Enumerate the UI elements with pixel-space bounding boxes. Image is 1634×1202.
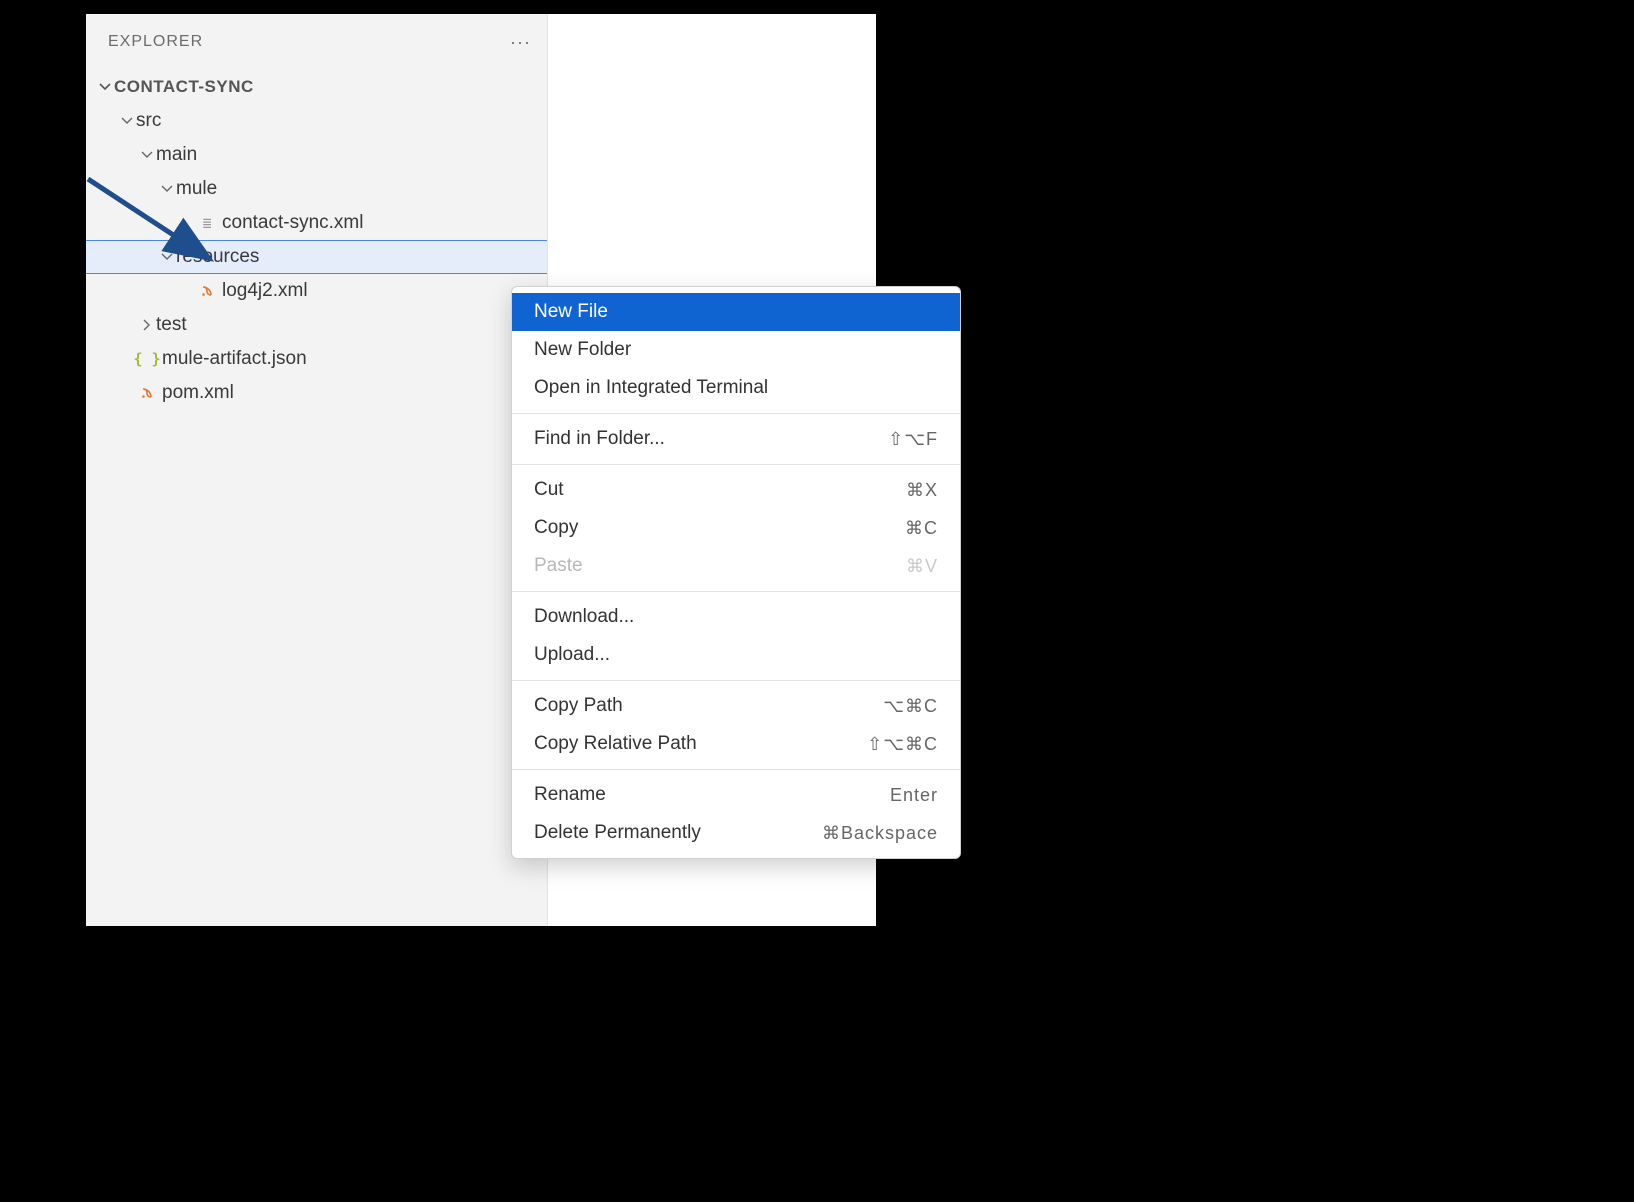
file-log4j2-xml[interactable]: log4j2.xml (86, 274, 547, 308)
file-label: mule-artifact.json (162, 348, 307, 370)
more-actions-icon[interactable]: ··· (510, 32, 531, 53)
menu-item-label: Upload... (534, 644, 610, 666)
chevron-right-icon (138, 319, 156, 331)
explorer-header: EXPLORER ··· (86, 14, 547, 70)
editor-window: EXPLORER ··· CONTACT-SYNC src main (86, 14, 876, 926)
menu-item-new-file[interactable]: New File (512, 293, 960, 331)
menu-item-label: Copy (534, 517, 578, 539)
menu-separator (512, 464, 960, 465)
tree-root-contact-sync[interactable]: CONTACT-SYNC (86, 70, 547, 104)
menu-separator (512, 680, 960, 681)
menu-item-shortcut: ⌘Backspace (822, 823, 938, 844)
menu-item-shortcut: Enter (890, 785, 938, 806)
folder-label: mule (176, 178, 217, 200)
menu-item-label: Rename (534, 784, 606, 806)
json-file-icon: { } (136, 350, 158, 368)
menu-separator (512, 413, 960, 414)
menu-item-new-folder[interactable]: New Folder (512, 331, 960, 369)
menu-item-shortcut: ⇧⌥F (888, 429, 938, 450)
xml-file-icon (136, 386, 158, 400)
file-pom-xml[interactable]: pom.xml (86, 376, 547, 410)
chevron-down-icon (158, 183, 176, 195)
file-label: contact-sync.xml (222, 212, 363, 234)
folder-label: test (156, 314, 187, 336)
folder-label: src (136, 110, 161, 132)
xml-file-icon (196, 284, 218, 298)
chevron-down-icon (138, 149, 156, 161)
chevron-down-icon (96, 81, 114, 93)
menu-item-paste: Paste ⌘V (512, 547, 960, 585)
folder-resources[interactable]: resources (86, 240, 547, 274)
file-mule-artifact-json[interactable]: { } mule-artifact.json (86, 342, 547, 376)
chevron-down-icon (158, 251, 176, 263)
explorer-sidebar: EXPLORER ··· CONTACT-SYNC src main (86, 14, 548, 926)
file-contact-sync-xml[interactable]: ≣ contact-sync.xml (86, 206, 547, 240)
file-icon: ≣ (196, 214, 218, 232)
chevron-down-icon (118, 115, 136, 127)
menu-item-label: Open in Integrated Terminal (534, 377, 768, 399)
menu-item-rename[interactable]: Rename Enter (512, 776, 960, 814)
menu-item-shortcut: ⌘C (905, 518, 938, 539)
file-label: pom.xml (162, 382, 234, 404)
menu-item-label: New File (534, 301, 608, 323)
menu-separator (512, 591, 960, 592)
menu-item-label: Find in Folder... (534, 428, 665, 450)
menu-item-shortcut: ⌘X (906, 480, 938, 501)
menu-item-delete-permanently[interactable]: Delete Permanently ⌘Backspace (512, 814, 960, 852)
folder-label: resources (176, 246, 259, 268)
folder-main[interactable]: main (86, 138, 547, 172)
file-label: log4j2.xml (222, 280, 308, 302)
folder-test[interactable]: test (86, 308, 547, 342)
menu-item-copy[interactable]: Copy ⌘C (512, 509, 960, 547)
menu-item-shortcut: ⌥⌘C (883, 696, 938, 717)
menu-item-label: Cut (534, 479, 564, 501)
menu-item-label: Copy Relative Path (534, 733, 697, 755)
menu-item-label: Paste (534, 555, 583, 577)
menu-item-copy-relative-path[interactable]: Copy Relative Path ⇧⌥⌘C (512, 725, 960, 763)
menu-item-open-in-integrated-terminal[interactable]: Open in Integrated Terminal (512, 369, 960, 407)
menu-item-label: Download... (534, 606, 634, 628)
menu-separator (512, 769, 960, 770)
menu-item-find-in-folder[interactable]: Find in Folder... ⇧⌥F (512, 420, 960, 458)
folder-mule[interactable]: mule (86, 172, 547, 206)
menu-item-shortcut: ⇧⌥⌘C (867, 734, 938, 755)
menu-item-cut[interactable]: Cut ⌘X (512, 471, 960, 509)
menu-item-label: Delete Permanently (534, 822, 701, 844)
menu-item-copy-path[interactable]: Copy Path ⌥⌘C (512, 687, 960, 725)
menu-item-upload[interactable]: Upload... (512, 636, 960, 674)
folder-label: main (156, 144, 197, 166)
explorer-title: EXPLORER (108, 33, 203, 51)
file-tree: CONTACT-SYNC src main mule (86, 70, 547, 410)
menu-item-shortcut: ⌘V (906, 556, 938, 577)
menu-item-label: New Folder (534, 339, 631, 361)
menu-item-label: Copy Path (534, 695, 623, 717)
context-menu: New File New Folder Open in Integrated Ter… (511, 286, 961, 859)
folder-src[interactable]: src (86, 104, 547, 138)
tree-root-label: CONTACT-SYNC (114, 77, 254, 97)
menu-item-download[interactable]: Download... (512, 598, 960, 636)
